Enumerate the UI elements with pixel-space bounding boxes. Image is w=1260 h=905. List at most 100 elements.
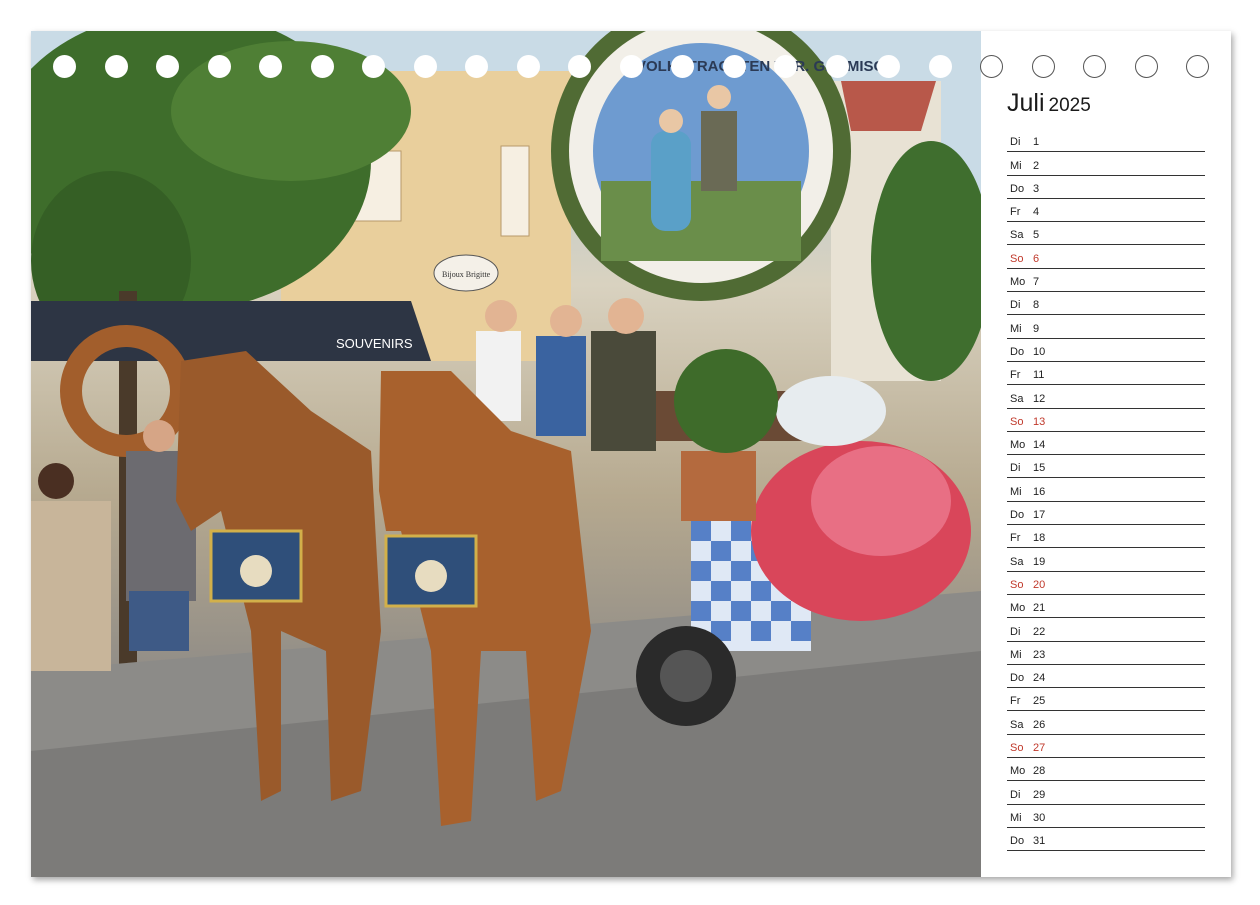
day-number: 13 [1033,415,1046,428]
day-weekday: Mi [1010,322,1022,335]
day-row: Sa 26 [1007,711,1205,735]
day-number: 11 [1033,369,1045,382]
day-weekday: Sa [1010,555,1024,568]
day-row: Fr 25 [1007,688,1205,712]
day-weekday: Di [1010,136,1021,149]
day-number: 18 [1033,532,1046,545]
day-weekday: Sa [1010,392,1024,405]
day-weekday: Di [1010,462,1021,475]
day-weekday: Fr [1010,369,1021,382]
day-number: 20 [1033,578,1046,591]
day-row: Do 17 [1007,502,1205,526]
day-row: Fr 11 [1007,362,1205,386]
day-weekday: Di [1010,299,1021,312]
day-row: Di 1 [1007,129,1205,153]
day-row: Mi 30 [1007,805,1205,828]
day-number: 12 [1033,392,1046,405]
day-number: 8 [1033,299,1040,312]
day-weekday: So [1010,252,1024,265]
planter [681,451,756,521]
day-number: 25 [1033,695,1046,708]
day-weekday: So [1010,742,1024,755]
day-row: Do 31 [1007,828,1205,852]
month-title: Juli 2025 [1007,89,1091,118]
day-number: 21 [1033,602,1046,615]
day-row: Sa 19 [1007,548,1205,572]
day-row: Sa 5 [1007,222,1205,246]
day-weekday: Do [1010,835,1025,848]
month-name: Juli [1007,89,1045,117]
day-weekday: Do [1010,509,1025,522]
day-weekday: Fr [1010,206,1021,219]
day-number: 7 [1033,276,1040,289]
month-year: 2025 [1048,95,1091,116]
parade-illustration: SOUVENIRS Bijoux Brigitte VOLKSTRACHTEN … [31,31,981,877]
day-weekday: Do [1010,182,1025,195]
day-row: Di 8 [1007,292,1205,316]
day-number: 19 [1033,555,1046,568]
day-weekday: Sa [1010,718,1024,731]
day-number: 1 [1033,136,1040,149]
day-row: Mi 9 [1007,315,1205,339]
day-number: 28 [1033,765,1046,778]
shop-sign-text: Bijoux Brigitte [442,270,491,279]
day-weekday: Mi [1010,811,1022,824]
day-weekday: Mo [1010,439,1026,452]
day-row: Mi 23 [1007,642,1205,665]
wreath-sign-text: VOLKSTRACHTEN VER. GARMISCH [636,58,895,75]
day-row: Mo 7 [1007,269,1205,293]
day-number: 10 [1033,345,1046,358]
day-row: Do 3 [1007,176,1205,199]
day-weekday: Mo [1010,765,1026,778]
day-weekday: Mo [1010,602,1026,615]
day-weekday: Mi [1010,648,1022,661]
day-row: Fr 18 [1007,525,1205,549]
awning-text: SOUVENIRS [336,336,413,351]
day-number: 2 [1033,159,1040,172]
day-number: 24 [1033,672,1046,685]
day-row: Fr 4 [1007,199,1205,223]
day-number: 5 [1033,229,1040,242]
day-row: Di 22 [1007,618,1205,642]
shrub [674,349,778,453]
day-weekday: Mo [1010,276,1026,289]
day-number: 6 [1033,252,1040,265]
day-row: So 27 [1007,735,1205,759]
day-row: So 13 [1007,409,1205,432]
day-number: 22 [1033,625,1046,638]
day-row: So 20 [1007,572,1205,595]
day-row: Mo 14 [1007,432,1205,456]
day-list: Di 1 Mi 2 Do 3 Fr 4 Sa 5 So 6 Mo 7 Di 8 Mi 9 Do 10 Fr 11 Sa 12 S… [1007,129,1205,852]
day-number: 15 [1033,462,1046,475]
day-weekday: Do [1010,345,1025,358]
day-weekday: So [1010,415,1024,428]
day-number: 4 [1033,206,1040,219]
day-weekday: Di [1010,788,1021,801]
day-weekday: So [1010,578,1024,591]
day-number: 3 [1033,182,1040,195]
day-row: Mi 2 [1007,152,1205,176]
day-row: Do 10 [1007,339,1205,362]
day-row: Do 24 [1007,665,1205,689]
day-number: 27 [1033,742,1046,755]
day-weekday: Di [1010,625,1021,638]
day-weekday: Mi [1010,485,1022,498]
calendar-photo: SOUVENIRS Bijoux Brigitte VOLKSTRACHTEN … [31,31,981,877]
day-number: 14 [1033,439,1046,452]
day-number: 26 [1033,718,1046,731]
day-weekday: Do [1010,672,1025,685]
day-number: 29 [1033,788,1046,801]
day-row: Di 29 [1007,781,1205,805]
day-weekday: Sa [1010,229,1024,242]
day-weekday: Mi [1010,159,1022,172]
day-row: Di 15 [1007,455,1205,479]
day-number: 23 [1033,648,1046,661]
day-number: 30 [1033,811,1046,824]
day-row: Sa 12 [1007,385,1205,409]
day-row: Mi 16 [1007,478,1205,502]
calendar-sidebar: Juli 2025 Di 1 Mi 2 Do 3 Fr 4 Sa 5 So 6 Mo 7 Di 8 Mi 9 Do 10… [981,31,1231,877]
day-number: 16 [1033,485,1046,498]
day-row: So 6 [1007,245,1205,269]
day-row: Mo 28 [1007,758,1205,782]
day-number: 31 [1033,835,1046,848]
